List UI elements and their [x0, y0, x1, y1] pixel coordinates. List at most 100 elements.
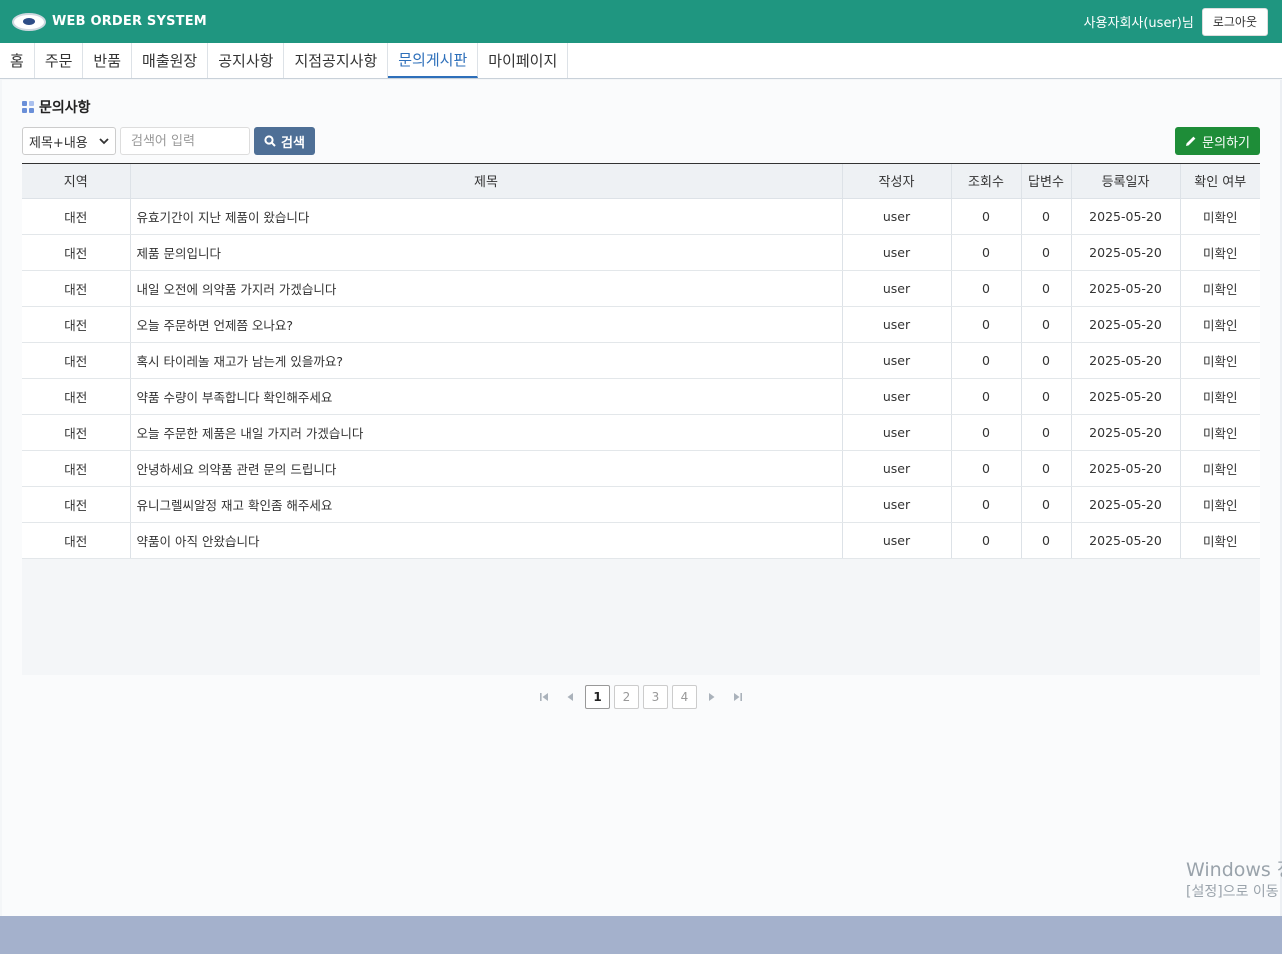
cell-title-link[interactable]: 제품 문의입니다 [129, 234, 842, 271]
cell-title-link[interactable]: 혹시 타이레놀 재고가 남는게 있을까요? [129, 342, 842, 379]
company-logo [12, 12, 46, 31]
cell-answers: 0 [1020, 450, 1071, 487]
cell-title-link[interactable]: 내일 오전에 의약품 가지러 가겠습니다 [129, 270, 842, 307]
table-row[interactable]: 대전 안녕하세요 의약품 관련 문의 드립니다 user 0 0 2025-05… [22, 450, 1260, 487]
column-header-date[interactable]: 등록일자 [1070, 164, 1180, 199]
cell-date: 2025-05-20 [1070, 414, 1180, 451]
table-row[interactable]: 대전 유효기간이 지난 제품이 왔습니다 user 0 0 2025-05-20… [22, 198, 1260, 235]
table-row[interactable]: 대전 약품이 아직 안왔습니다 user 0 0 2025-05-20 미확인 [22, 522, 1260, 559]
table-row[interactable]: 대전 유니그렐씨알정 재고 확인좀 해주세요 user 0 0 2025-05-… [22, 486, 1260, 523]
table-row[interactable]: 대전 제품 문의입니다 user 0 0 2025-05-20 미확인 [22, 234, 1260, 271]
next-page-icon[interactable] [701, 685, 723, 709]
grid-icon [22, 101, 34, 113]
watermark-line-2: [설정]으로 이동 [1186, 884, 1279, 900]
windows-activation-watermark: Windows 정 [설정]으로 이동 [1186, 858, 1282, 902]
cell-date: 2025-05-20 [1070, 450, 1180, 487]
ask-question-button[interactable]: 문의하기 [1175, 127, 1260, 155]
cell-region: 대전 [22, 522, 130, 559]
last-page-icon[interactable] [727, 685, 749, 709]
ask-button-label: 문의하기 [1202, 135, 1250, 151]
cell-title-link[interactable]: 유니그렐씨알정 재고 확인좀 해주세요 [129, 486, 842, 523]
cell-region: 대전 [22, 270, 130, 307]
cell-region: 대전 [22, 414, 130, 451]
watermark-line-1: Windows 정 [1186, 859, 1282, 881]
cell-date: 2025-05-20 [1070, 270, 1180, 307]
column-header-region[interactable]: 지역 [22, 164, 130, 199]
cell-status: 미확인 [1179, 270, 1260, 307]
column-header-views[interactable]: 조회수 [950, 164, 1021, 199]
table-row[interactable]: 대전 약품 수량이 부족합니다 확인해주세요 user 0 0 2025-05-… [22, 378, 1260, 415]
inquiry-table-wrap: 지역 제목 작성자 조회수 답변수 등록일자 확인 여부 대전 유효기간이 지난… [22, 163, 1260, 675]
cell-title-link[interactable]: 안녕하세요 의약품 관련 문의 드립니다 [129, 450, 842, 487]
cell-date: 2025-05-20 [1070, 342, 1180, 379]
nav-item-return[interactable]: 반품 [83, 43, 133, 78]
cell-date: 2025-05-20 [1070, 198, 1180, 235]
cell-region: 대전 [22, 486, 130, 523]
brand-title: WEB ORDER SYSTEM [52, 14, 207, 29]
cell-status: 미확인 [1179, 522, 1260, 559]
cell-title-link[interactable]: 약품 수량이 부족합니다 확인해주세요 [129, 378, 842, 415]
page-1-button[interactable]: 1 [585, 685, 610, 709]
user-name: 사용자회사(user)님 [1083, 16, 1194, 31]
logout-button[interactable]: 로그아웃 [1201, 7, 1268, 36]
table-row[interactable]: 대전 오늘 주문한 제품은 내일 가지러 가겠습니다 user 0 0 2025… [22, 414, 1260, 451]
page-3-button[interactable]: 3 [643, 685, 668, 709]
column-header-title[interactable]: 제목 [129, 164, 842, 199]
cell-date: 2025-05-20 [1070, 378, 1180, 415]
main-nav: 홈 주문 반품 매출원장 공지사항 지점공지사항 문의게시판 마이페이지 [0, 43, 1282, 79]
cell-date: 2025-05-20 [1070, 306, 1180, 343]
nav-item-notices[interactable]: 공지사항 [208, 43, 285, 78]
cell-status: 미확인 [1179, 450, 1260, 487]
page-title-text: 문의사항 [39, 100, 91, 116]
nav-item-inquiry-board[interactable]: 문의게시판 [388, 43, 479, 78]
nav-item-branch-notices[interactable]: 지점공지사항 [284, 43, 389, 78]
content-panel: 문의사항 제목+내용 검색 문의하기 지역 제목 작성자 조회수 [2, 80, 1280, 916]
cell-region: 대전 [22, 234, 130, 271]
page-2-button[interactable]: 2 [614, 685, 639, 709]
pencil-icon [1186, 136, 1196, 146]
nav-item-home[interactable]: 홈 [0, 43, 35, 78]
cell-title-link[interactable]: 오늘 주문한 제품은 내일 가지러 가겠습니다 [129, 414, 842, 451]
prev-page-icon[interactable] [559, 685, 581, 709]
nav-item-mypage[interactable]: 마이페이지 [478, 43, 569, 78]
cell-status: 미확인 [1179, 306, 1260, 343]
cell-views: 0 [950, 486, 1021, 523]
cell-region: 대전 [22, 306, 130, 343]
page-4-button[interactable]: 4 [672, 685, 697, 709]
column-header-author[interactable]: 작성자 [841, 164, 951, 199]
first-page-icon[interactable] [533, 685, 555, 709]
cell-answers: 0 [1020, 234, 1071, 271]
nav-item-order[interactable]: 주문 [35, 43, 84, 78]
search-button[interactable]: 검색 [254, 127, 315, 155]
cell-region: 대전 [22, 378, 130, 415]
table-row[interactable]: 대전 내일 오전에 의약품 가지러 가겠습니다 user 0 0 2025-05… [22, 270, 1260, 307]
cell-author: user [841, 342, 951, 379]
search-input[interactable] [120, 127, 250, 155]
cell-title-link[interactable]: 오늘 주문하면 언제쯤 오나요? [129, 306, 842, 343]
cell-answers: 0 [1020, 378, 1071, 415]
nav-item-sales-ledger[interactable]: 매출원장 [132, 43, 209, 78]
table-row[interactable]: 대전 오늘 주문하면 언제쯤 오나요? user 0 0 2025-05-20 … [22, 306, 1260, 343]
pagination: 1 2 3 4 [2, 685, 1280, 709]
cell-answers: 0 [1020, 270, 1071, 307]
search-icon [264, 135, 276, 147]
cell-views: 0 [950, 378, 1021, 415]
cell-views: 0 [950, 342, 1021, 379]
column-header-answers[interactable]: 답변수 [1020, 164, 1071, 199]
search-button-label: 검색 [281, 135, 305, 151]
cell-answers: 0 [1020, 342, 1071, 379]
brand[interactable]: WEB ORDER SYSTEM [12, 12, 207, 31]
cell-views: 0 [950, 270, 1021, 307]
cell-title-link[interactable]: 약품이 아직 안왔습니다 [129, 522, 842, 559]
search-type-select[interactable]: 제목+내용 [22, 127, 116, 155]
column-header-status[interactable]: 확인 여부 [1179, 164, 1260, 199]
cell-title-link[interactable]: 유효기간이 지난 제품이 왔습니다 [129, 198, 842, 235]
inquiry-table: 지역 제목 작성자 조회수 답변수 등록일자 확인 여부 대전 유효기간이 지난… [22, 164, 1260, 559]
cell-views: 0 [950, 198, 1021, 235]
cell-author: user [841, 234, 951, 271]
cell-region: 대전 [22, 342, 130, 379]
cell-author: user [841, 198, 951, 235]
cell-status: 미확인 [1179, 234, 1260, 271]
user-area: 사용자회사(user)님 로그아웃 [1083, 7, 1268, 36]
table-row[interactable]: 대전 혹시 타이레놀 재고가 남는게 있을까요? user 0 0 2025-0… [22, 342, 1260, 379]
